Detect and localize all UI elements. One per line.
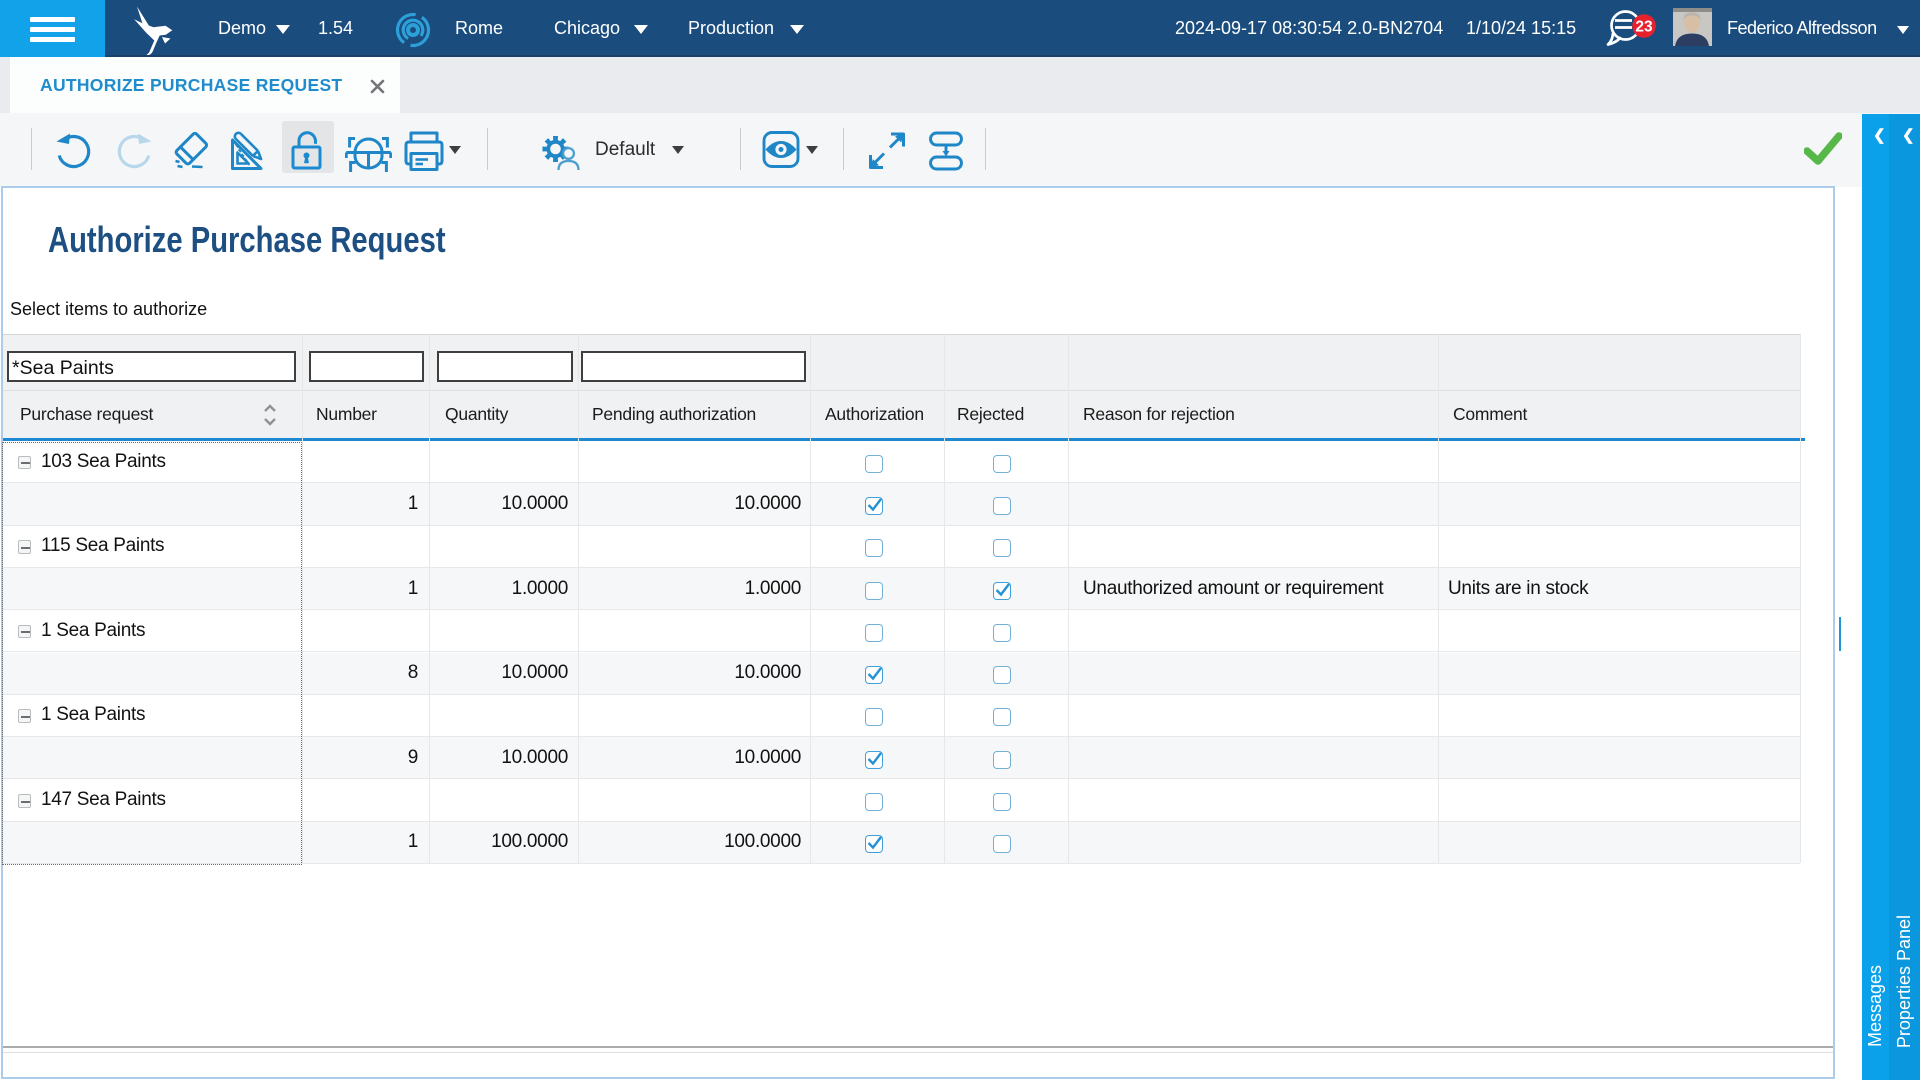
- svg-text:23: 23: [1635, 19, 1653, 36]
